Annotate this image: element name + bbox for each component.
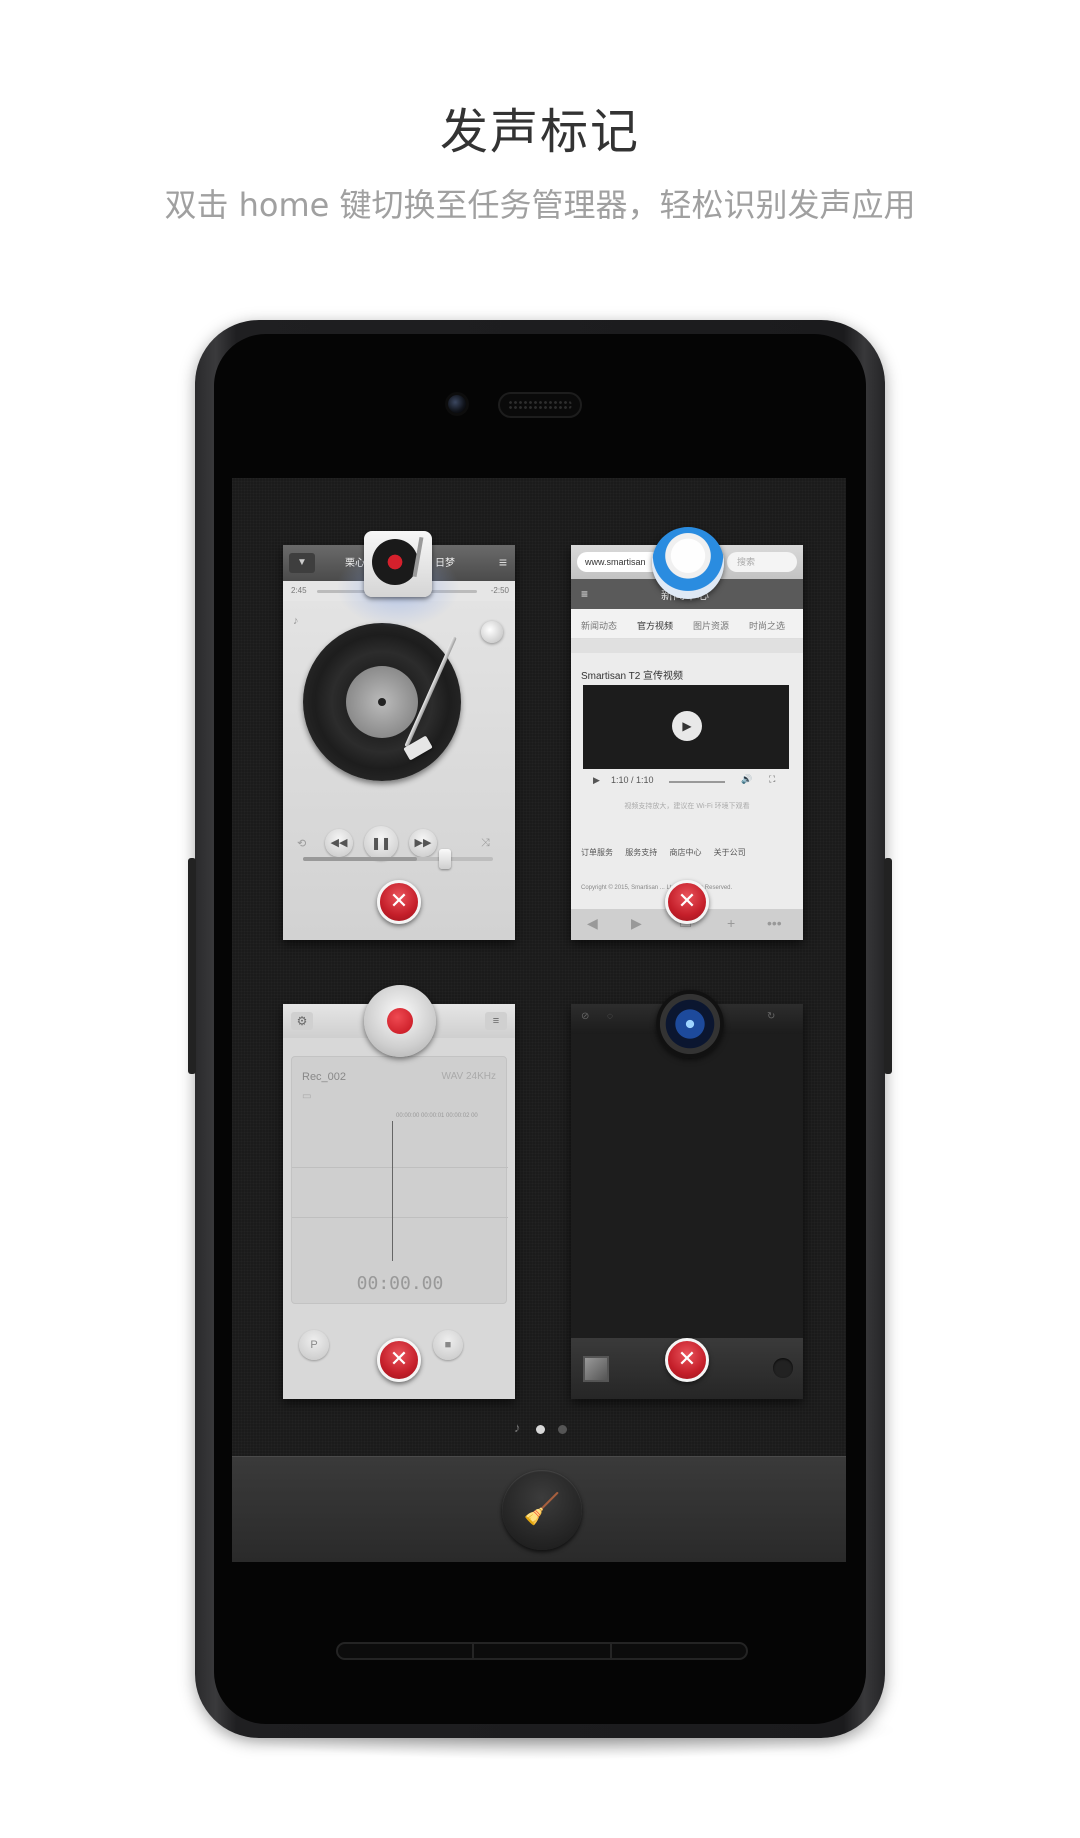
record-dot-icon	[387, 1008, 413, 1034]
recording-name: Rec_002	[302, 1071, 347, 1083]
shuffle-icon[interactable]: ⤨	[481, 837, 490, 850]
tab-news[interactable]: 新闻动态	[581, 619, 617, 632]
record-icon	[372, 539, 418, 585]
play-small-icon[interactable]: ▶	[593, 775, 600, 786]
tab-images[interactable]: 图片资源	[693, 619, 729, 632]
browser-app-icon[interactable]	[652, 527, 724, 599]
camera-app-icon[interactable]	[656, 990, 724, 1058]
close-music-button[interactable]: ✕	[377, 880, 421, 924]
page-indicator: ♪	[514, 1420, 574, 1438]
repeat-icon[interactable]: ⟲	[297, 837, 306, 850]
copyright-text: Copyright © 2015, Smartisan ... Ltd. All…	[581, 885, 733, 891]
lyrics-icon[interactable]: ♪	[293, 615, 299, 627]
video-seek-bar[interactable]	[669, 781, 725, 783]
collapse-icon[interactable]: ▼	[289, 553, 315, 573]
switch-camera-icon[interactable]: ↻	[767, 1011, 775, 1022]
add-icon[interactable]: +	[727, 915, 735, 931]
close-browser-button[interactable]: ✕	[665, 880, 709, 924]
stop-button[interactable]: ■	[433, 1330, 463, 1360]
volume-knob[interactable]	[439, 849, 451, 869]
music-note-icon: ♪	[514, 1420, 521, 1435]
earpiece-speaker	[498, 392, 582, 418]
page-subheadline: 双击 home 键切换至任务管理器，轻松识别发声应用	[164, 186, 916, 224]
video-player[interactable]: ▶	[583, 685, 789, 769]
volume-fill	[303, 857, 417, 861]
video-controls: ▶ 1:10 / 1:10 🔊 ⛶	[583, 771, 789, 793]
record-spindle	[378, 698, 386, 706]
section-divider	[571, 639, 803, 653]
speaker-icon[interactable]: 🔊	[741, 774, 752, 785]
forward-button[interactable]: ▶▶	[409, 829, 437, 857]
flag-button[interactable]: P	[299, 1330, 329, 1360]
page-dot-active[interactable]	[536, 1425, 545, 1434]
time-remaining: -2:50	[490, 586, 509, 595]
search-field[interactable]: 搜索	[727, 552, 797, 572]
forward-icon[interactable]: ▶	[631, 915, 642, 932]
time-elapsed: 2:45	[291, 586, 307, 595]
settings-icon[interactable]: ◌	[607, 1011, 613, 1022]
recording-panel: Rec_002 WAV 24KHz ▭ 00:00:00 00:00:01 00…	[291, 1056, 508, 1304]
bottom-speaker-grille	[336, 1642, 748, 1660]
rewind-button[interactable]: ◀◀	[325, 829, 353, 857]
video-time: 1:10 / 1:10	[611, 775, 654, 785]
recorder-app-icon[interactable]	[364, 985, 436, 1057]
clear-all-button[interactable]: 🧹	[502, 1470, 582, 1550]
menu-icon[interactable]: ≡	[499, 555, 507, 569]
back-icon[interactable]: ◀	[587, 915, 598, 932]
flash-icon[interactable]: ⊘	[581, 1011, 589, 1022]
volume-button[interactable]	[188, 858, 196, 1074]
menu-icon[interactable]: ≡	[485, 1012, 507, 1030]
front-camera	[448, 395, 466, 413]
gear-icon[interactable]: ⚙	[291, 1012, 313, 1030]
vinyl-record	[303, 623, 461, 781]
power-button[interactable]	[884, 858, 892, 1074]
waveform-gridline	[292, 1217, 508, 1218]
more-icon[interactable]: •••	[767, 915, 782, 931]
waveform-gridline	[292, 1167, 508, 1168]
mode-dot[interactable]	[773, 1358, 793, 1378]
play-icon[interactable]: ▶	[672, 711, 702, 741]
close-camera-button[interactable]: ✕	[665, 1338, 709, 1382]
broom-icon: 🧹	[523, 1493, 561, 1526]
pause-button[interactable]: ❚❚	[364, 826, 398, 860]
menu-icon[interactable]: ≡	[581, 587, 588, 601]
footer-links[interactable]: 订单服务 服务支持 商店中心 关于公司	[581, 847, 746, 858]
close-recorder-button[interactable]: ✕	[377, 1338, 421, 1382]
timeline-ruler: 00:00:00 00:00:01 00:00:02 00	[396, 1113, 478, 1119]
page-headline: 发声标记	[439, 104, 640, 160]
tonearm-pivot	[481, 621, 503, 643]
recording-timer: 00:00.00	[356, 1273, 444, 1294]
playhead-line	[392, 1121, 393, 1261]
site-tabs: 新闻动态 官方视频 图片资源 时尚之选	[571, 609, 803, 639]
keyboard-icon[interactable]: ▭	[302, 1091, 311, 1102]
video-note: 视频支持放大，建议在 Wi-Fi 环境下观看	[624, 803, 750, 810]
tab-fashion[interactable]: 时尚之选	[749, 619, 785, 632]
music-app-icon[interactable]	[364, 531, 432, 597]
recording-format: WAV 24KHz	[441, 1071, 496, 1082]
section-heading: Smartisan T2 宣传视频	[581, 671, 684, 682]
volume-slider[interactable]	[303, 849, 493, 869]
fullscreen-icon[interactable]: ⛶	[769, 774, 775, 785]
gallery-thumbnail[interactable]	[583, 1356, 609, 1382]
page-dot[interactable]	[558, 1425, 567, 1434]
tab-videos[interactable]: 官方视频	[637, 619, 673, 632]
